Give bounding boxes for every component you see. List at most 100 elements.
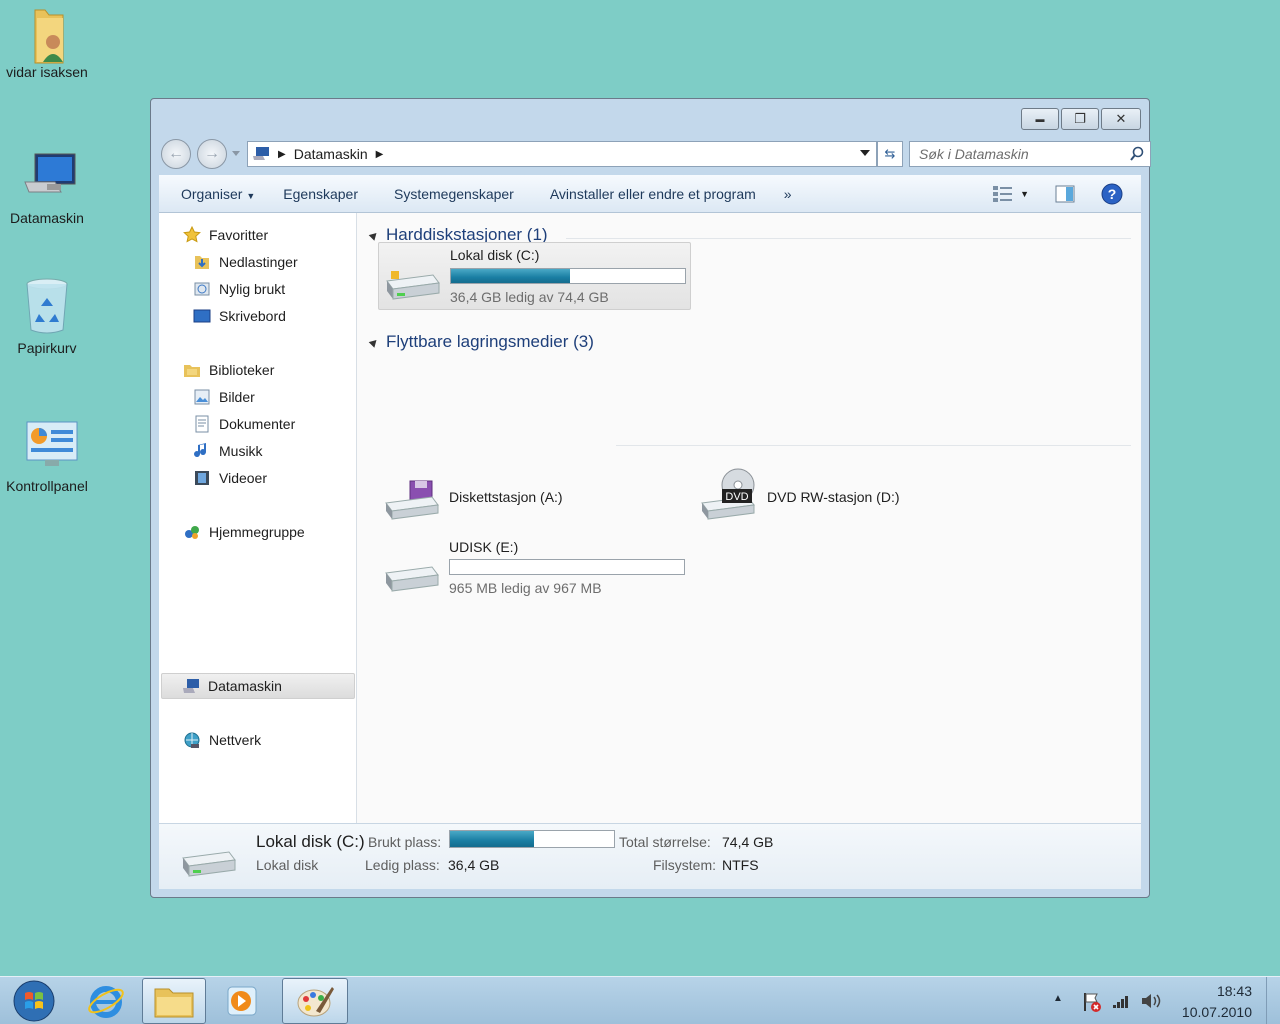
taskbar-paint[interactable] [282, 978, 348, 1024]
nav-pictures[interactable]: Bilder [193, 385, 255, 409]
paint-icon [297, 987, 334, 1017]
close-icon: ✕ [1115, 111, 1127, 126]
refresh-icon: ⇆ [884, 146, 896, 161]
control-panel-icon [21, 420, 78, 472]
nav-music[interactable]: Musikk [193, 439, 263, 463]
nav-label: Skrivebord [219, 308, 286, 324]
navigation-row: ← → ▶ Datamaskin ▶ ⇆ Søk i Datamaskin [161, 137, 1151, 169]
search-icon[interactable] [1129, 146, 1145, 162]
hard-drive-icon [182, 851, 236, 877]
back-button[interactable]: ← [161, 139, 191, 169]
nav-downloads[interactable]: Nedlastinger [193, 250, 298, 274]
breadcrumb-arrow-icon[interactable]: ▶ [376, 149, 384, 160]
nav-videos[interactable]: Videoer [193, 466, 267, 490]
nav-favorites[interactable]: Favoritter [183, 223, 268, 247]
organize-menu[interactable]: Organiser ▼ [181, 186, 255, 202]
volume-icon[interactable] [1140, 991, 1162, 1011]
drive-usage-bar [449, 559, 685, 575]
homegroup-icon [185, 526, 199, 539]
drive-name: DVD RW-stasjon (D:) [767, 489, 900, 505]
drive-c[interactable]: Lokal disk (C:) 36,4 GB ledig av 74,4 GB [378, 242, 691, 310]
nav-network[interactable]: Nettverk [183, 728, 261, 752]
drive-space-info: 36,4 GB ledig av 74,4 GB [450, 289, 609, 305]
desktop-icon-recycle-bin[interactable]: Papirkurv [0, 276, 94, 356]
nav-desktop[interactable]: Skrivebord [193, 304, 286, 328]
show-desktop-button[interactable] [1266, 977, 1280, 1024]
drive-a[interactable]: Diskettstasjon (A:) [378, 471, 691, 531]
nav-libraries[interactable]: Biblioteker [183, 358, 274, 382]
filesystem-value: NTFS [722, 857, 759, 873]
search-input[interactable]: Søk i Datamaskin [909, 141, 1151, 167]
desktop-icon [193, 309, 211, 323]
search-placeholder: Søk i Datamaskin [919, 146, 1029, 162]
user-folder-icon [21, 6, 73, 64]
view-dropdown-icon[interactable]: ▼ [1020, 189, 1029, 199]
drive-e[interactable]: UDISK (E:) 965 MB ledig av 967 MB [378, 535, 691, 605]
drive-name: UDISK (E:) [449, 539, 519, 555]
more-commands-button[interactable]: » [784, 186, 792, 202]
drive-usage-fill [451, 269, 571, 283]
drive-name: Diskettstasjon (A:) [449, 489, 563, 505]
restore-button[interactable]: ❐ [1061, 108, 1099, 130]
desktop-icon-control-panel[interactable]: Kontrollpanel [0, 420, 94, 494]
collapse-triangle-icon [368, 229, 380, 241]
taskbar-explorer[interactable] [142, 978, 206, 1024]
minimize-button[interactable]: ▬ [1021, 108, 1059, 130]
properties-button[interactable]: Egenskaper [283, 186, 358, 202]
floppy-drive-icon [385, 480, 439, 520]
nav-recent[interactable]: Nylig brukt [193, 277, 285, 301]
taskbar-internet-explorer[interactable] [78, 977, 134, 1024]
address-dropdown-icon[interactable] [860, 150, 870, 156]
organize-label: Organiser [181, 185, 243, 202]
nav-label: Datamaskin [208, 678, 282, 694]
pictures-icon [194, 389, 210, 405]
group-header-removable[interactable]: Flyttbare lagringsmedier (3) [368, 332, 594, 352]
recycle-bin-icon [21, 276, 73, 334]
breadcrumb-computer[interactable]: Datamaskin [294, 146, 368, 162]
group-divider [616, 445, 1131, 446]
preview-pane-icon[interactable] [1055, 185, 1075, 203]
desktop-icon-label: Datamaskin [10, 210, 84, 226]
nav-label: Nylig brukt [219, 281, 286, 297]
nav-label: Nettverk [209, 732, 262, 748]
desktop-icon-computer[interactable]: Datamaskin [0, 152, 94, 226]
hard-drive-icon [386, 271, 440, 300]
documents-icon [195, 415, 209, 433]
taskbar-media-player[interactable] [214, 977, 270, 1024]
computer-small-icon [183, 679, 199, 693]
breadcrumb-arrow-icon[interactable]: ▶ [278, 149, 286, 160]
back-arrow-icon: ← [168, 145, 184, 162]
refresh-button[interactable]: ⇆ [877, 141, 903, 167]
windows-logo-icon [13, 980, 55, 1022]
uninstall-program-button[interactable]: Avinstaller eller endre et program [550, 186, 756, 202]
show-hidden-icons-button[interactable]: ▲ [1053, 993, 1063, 1004]
dvd-badge: DVD [725, 491, 749, 503]
start-button[interactable] [6, 977, 62, 1024]
total-size-label: Total størrelse: [619, 834, 711, 850]
clock-time[interactable]: 18:43 [1217, 983, 1252, 999]
drive-d[interactable]: DVD DVD RW-stasjon (D:) [696, 461, 1009, 531]
internet-explorer-icon [88, 986, 124, 1018]
free-space-label: Ledig plass: [365, 857, 440, 873]
chevron-down-icon: ▼ [246, 190, 256, 201]
help-icon[interactable]: ? [1101, 183, 1123, 205]
action-center-flag-icon[interactable] [1082, 991, 1102, 1013]
network-signal-icon[interactable] [1112, 993, 1130, 1009]
used-space-bar [449, 830, 615, 848]
nav-homegroup[interactable]: Hjemmegruppe [183, 520, 305, 544]
minimize-icon: ▬ [1035, 114, 1045, 124]
close-button[interactable]: ✕ [1101, 108, 1141, 130]
explorer-window: ▬ ❐ ✕ ← → ▶ Datamaskin ▶ ⇆ Søk i Datamas… [150, 98, 1151, 898]
recent-pages-dropdown[interactable] [232, 151, 240, 156]
desktop-icon-user[interactable]: vidar isaksen [0, 6, 94, 80]
clock-date[interactable]: 10.07.2010 [1182, 1004, 1252, 1020]
desktop-icon-label: Kontrollpanel [6, 478, 88, 494]
forward-button[interactable]: → [197, 139, 227, 169]
desktop-icon-label: Papirkurv [17, 340, 77, 356]
nav-computer[interactable]: Datamaskin [161, 673, 355, 699]
address-bar[interactable]: ▶ Datamaskin ▶ [247, 141, 877, 167]
nav-label: Musikk [219, 443, 263, 459]
nav-documents[interactable]: Dokumenter [193, 412, 295, 436]
system-properties-button[interactable]: Systemegenskaper [394, 186, 514, 202]
view-options-icon[interactable] [992, 185, 1014, 203]
